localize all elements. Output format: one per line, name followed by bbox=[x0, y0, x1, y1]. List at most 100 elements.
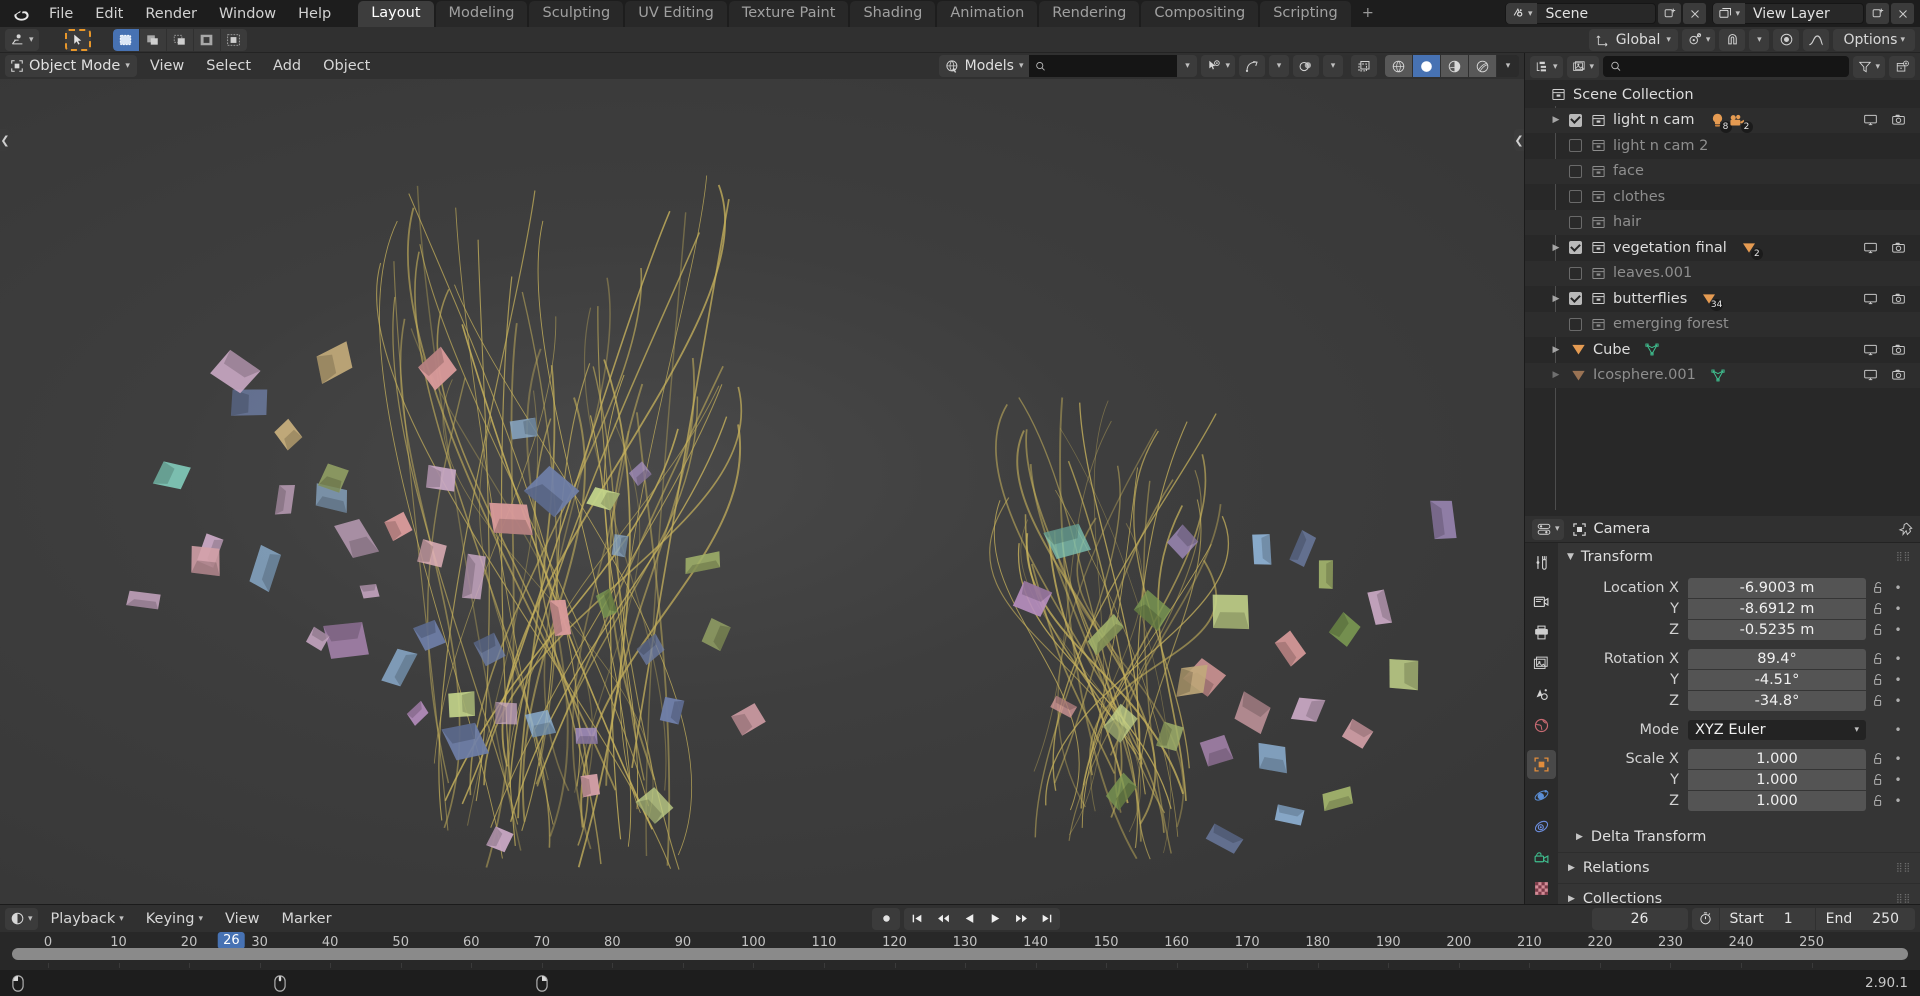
location-y-field[interactable]: -8.6912 m bbox=[1688, 599, 1866, 619]
tab-scripting[interactable]: Scripting bbox=[1260, 1, 1351, 27]
outliner-row-butterflies[interactable]: ▶ butterflies 34 bbox=[1525, 286, 1920, 312]
tab-shading[interactable]: Shading bbox=[850, 1, 936, 27]
properties-tab-scene[interactable] bbox=[1527, 680, 1556, 709]
outliner-row-light-n-cam[interactable]: ▶ light n cam 8 2 bbox=[1525, 107, 1920, 133]
outliner-row-light-n-cam-2[interactable]: light n cam 2 bbox=[1525, 133, 1920, 159]
properties-tab-object-data[interactable] bbox=[1527, 843, 1556, 872]
rotation-x-lock-icon[interactable] bbox=[1866, 652, 1890, 666]
tab-animation[interactable]: Animation bbox=[937, 1, 1038, 27]
auto-keying-toggle[interactable] bbox=[872, 907, 901, 930]
editor-type-button[interactable]: ▾ bbox=[5, 28, 39, 51]
monitor-disable-viewport-icon[interactable] bbox=[1863, 241, 1878, 255]
viewport-menu-select[interactable]: Select bbox=[197, 55, 260, 77]
delete-scene-button[interactable] bbox=[1683, 3, 1707, 24]
tab-rendering[interactable]: Rendering bbox=[1039, 1, 1140, 27]
toolbar-collapse-left[interactable]: ❮ bbox=[0, 129, 10, 151]
outliner-row-vegetation-final[interactable]: ▶ vegetation final 2 bbox=[1525, 235, 1920, 261]
jump-to-start-button[interactable] bbox=[904, 908, 930, 930]
timeline-menu-playback[interactable]: Playback ▾ bbox=[42, 908, 133, 930]
tab-sculpting[interactable]: Sculpting bbox=[529, 1, 624, 27]
delta-transform-subpanel[interactable]: ▶ Delta Transform bbox=[1558, 822, 1920, 852]
location-x-animate-dot[interactable]: • bbox=[1890, 581, 1906, 595]
jump-to-end-button[interactable] bbox=[1034, 908, 1060, 930]
timeline-horizontal-scrollbar[interactable] bbox=[12, 948, 1908, 960]
use-preview-range-toggle[interactable] bbox=[1692, 908, 1719, 930]
overlays-toggle[interactable] bbox=[1293, 55, 1319, 77]
tab-uv-editing[interactable]: UV Editing bbox=[625, 1, 727, 27]
properties-tab-view-layer[interactable] bbox=[1527, 649, 1556, 678]
location-z-lock-icon[interactable] bbox=[1866, 623, 1890, 637]
shading-wireframe-button[interactable] bbox=[1385, 55, 1413, 77]
outliner-exclude-checkbox[interactable] bbox=[1569, 215, 1582, 229]
add-workspace-button[interactable]: + bbox=[1353, 1, 1383, 27]
search-field[interactable] bbox=[1051, 58, 1172, 74]
scale-y-lock-icon[interactable] bbox=[1866, 773, 1890, 787]
outliner-row-scene-collection[interactable]: Scene Collection bbox=[1525, 82, 1920, 108]
menu-render[interactable]: Render bbox=[134, 0, 208, 27]
proportional-edit-toggle[interactable] bbox=[1773, 28, 1800, 51]
viewport-search-input[interactable] bbox=[1029, 55, 1178, 77]
rotation-z-lock-icon[interactable] bbox=[1866, 694, 1890, 708]
collection-filter-dropdown[interactable]: Models ▾ bbox=[938, 55, 1030, 77]
sidebar-collapse-right[interactable]: ❮ bbox=[1514, 129, 1524, 151]
outliner-row-hair[interactable]: hair bbox=[1525, 209, 1920, 235]
outliner-search-input[interactable] bbox=[1603, 56, 1850, 77]
camera-disable-render-icon[interactable] bbox=[1891, 241, 1906, 255]
tab-layout[interactable]: Layout bbox=[358, 1, 434, 27]
collections-panel[interactable]: ▶ Collections ⣿⣿ bbox=[1558, 883, 1920, 904]
gizmo-settings-dropdown[interactable]: ▾ bbox=[1269, 55, 1289, 77]
scale-x-animate-dot[interactable]: • bbox=[1890, 752, 1906, 766]
start-frame-value[interactable]: 1 bbox=[1774, 908, 1815, 930]
viewport-menu-view[interactable]: View bbox=[141, 55, 193, 77]
tweak-tool-button[interactable] bbox=[64, 28, 91, 51]
scale-y-animate-dot[interactable]: • bbox=[1890, 773, 1906, 787]
3d-viewport[interactable]: ❮ ❮ bbox=[0, 79, 1524, 904]
proportional-falloff-dropdown[interactable] bbox=[1803, 28, 1830, 51]
rotation-mode-animate-dot[interactable]: • bbox=[1890, 723, 1906, 737]
menu-edit[interactable]: Edit bbox=[84, 0, 134, 27]
outliner-id-filter-dropdown[interactable]: ▾ bbox=[1566, 55, 1600, 78]
scene-selector[interactable]: ▾ Scene bbox=[1504, 3, 1657, 24]
transform-panel-header[interactable]: ▼ Transform ⣿⣿ bbox=[1558, 543, 1920, 570]
blender-logo-icon[interactable] bbox=[4, 0, 38, 27]
tab-compositing[interactable]: Compositing bbox=[1141, 1, 1259, 27]
outliner-filter-dropdown[interactable]: ▾ bbox=[1853, 55, 1885, 78]
viewport-menu-object[interactable]: Object bbox=[314, 55, 379, 77]
properties-editor-type-button[interactable]: ▾ bbox=[1532, 518, 1564, 540]
outliner-row-leaves-001[interactable]: leaves.001 bbox=[1525, 260, 1920, 286]
disclosure-triangle-icon[interactable]: ▶ bbox=[1549, 294, 1563, 304]
shading-solid-button[interactable] bbox=[1413, 55, 1441, 77]
overlays-settings-dropdown[interactable]: ▾ bbox=[1323, 55, 1343, 77]
view-layer-icon[interactable]: ▾ bbox=[1713, 3, 1745, 24]
disclosure-triangle-icon[interactable]: ▶ bbox=[1549, 345, 1563, 355]
select-set-button[interactable] bbox=[112, 28, 139, 51]
shading-rendered-button[interactable] bbox=[1469, 55, 1497, 77]
rotation-x-animate-dot[interactable]: • bbox=[1890, 652, 1906, 666]
camera-disable-render-icon[interactable] bbox=[1891, 292, 1906, 306]
outliner-row-icosphere-001[interactable]: ▶ Icosphere.001 bbox=[1525, 362, 1920, 388]
snap-settings-dropdown[interactable]: ▾ bbox=[1749, 28, 1770, 51]
outliner-exclude-checkbox[interactable] bbox=[1569, 164, 1582, 178]
monitor-disable-viewport-icon[interactable] bbox=[1863, 292, 1878, 306]
properties-tab-object[interactable] bbox=[1527, 750, 1556, 779]
options-dropdown[interactable]: Options ▾ bbox=[1833, 28, 1915, 51]
scale-z-animate-dot[interactable]: • bbox=[1890, 794, 1906, 808]
outliner-exclude-checkbox[interactable] bbox=[1569, 292, 1582, 306]
outliner-tree[interactable]: Scene Collection ▶ light n cam 8 2 light n c… bbox=[1525, 80, 1920, 516]
properties-tab-tool[interactable] bbox=[1527, 548, 1556, 577]
timeline-menu-marker[interactable]: Marker bbox=[272, 908, 340, 930]
playhead-frame-chip[interactable]: 26 bbox=[218, 932, 245, 949]
properties-tab-output[interactable] bbox=[1527, 618, 1556, 647]
location-z-field[interactable]: -0.5235 m bbox=[1688, 620, 1866, 640]
current-frame-field[interactable]: 26 bbox=[1591, 907, 1688, 930]
transform-orientation-dropdown[interactable]: Global ▾ bbox=[1588, 28, 1678, 51]
menu-file[interactable]: File bbox=[38, 0, 84, 27]
outliner-row-clothes[interactable]: clothes bbox=[1525, 184, 1920, 210]
rotation-y-lock-icon[interactable] bbox=[1866, 673, 1890, 687]
disclosure-triangle-icon[interactable]: ▶ bbox=[1549, 370, 1563, 380]
location-x-field[interactable]: -6.9003 m bbox=[1688, 578, 1866, 598]
monitor-disable-viewport-icon[interactable] bbox=[1863, 343, 1878, 357]
camera-disable-render-icon[interactable] bbox=[1891, 368, 1906, 382]
shading-material-preview-button[interactable] bbox=[1441, 55, 1469, 77]
rotation-z-animate-dot[interactable]: • bbox=[1890, 694, 1906, 708]
